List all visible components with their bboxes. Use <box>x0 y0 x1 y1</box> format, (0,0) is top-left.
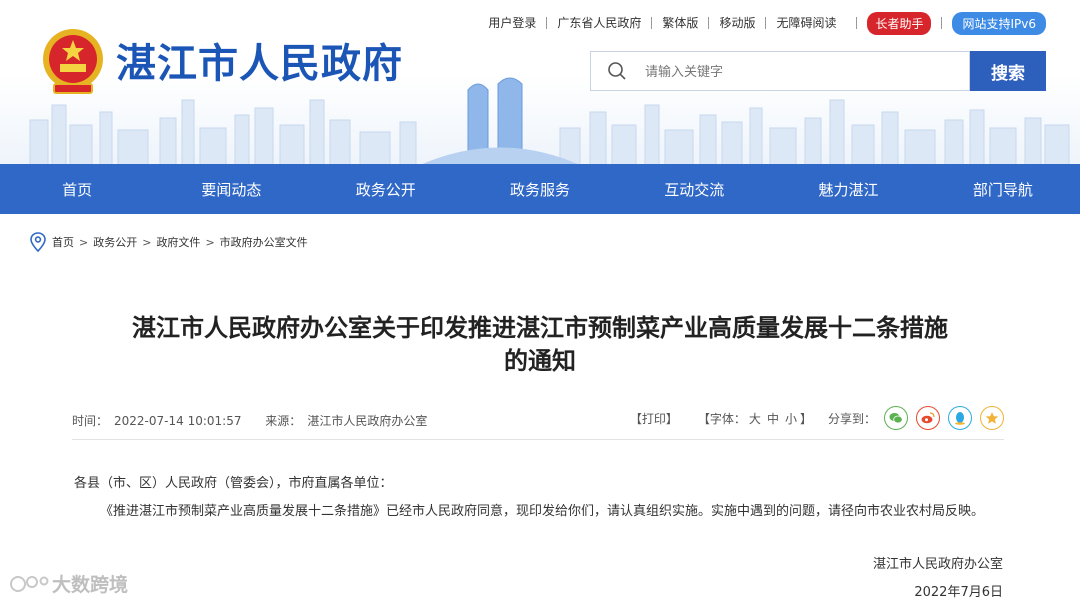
site-title[interactable]: 湛江市人民政府 <box>116 40 403 88</box>
wechat-icon[interactable] <box>884 406 908 430</box>
source-label: 来源： <box>265 414 302 428</box>
traditional-chinese-link[interactable]: 繁体版 <box>651 17 708 29</box>
nav-item-charm-zhanjiang[interactable]: 魅力湛江 <box>771 164 925 214</box>
article-title-line: 湛江市人民政府办公室关于印发推进湛江市预制菜产业高质量发展十二条措施 <box>132 314 948 342</box>
nav-item-interaction[interactable]: 互动交流 <box>617 164 771 214</box>
meta-divider <box>72 439 1004 440</box>
breadcrumb-home[interactable]: 首页 <box>52 234 74 250</box>
print-button[interactable]: 【打印】 <box>630 410 678 427</box>
accessibility-link[interactable]: 无障碍阅读 <box>765 17 846 29</box>
link-separator <box>941 17 943 29</box>
salutation: 各县（市、区）人民政府（管委会），市府直属各单位： <box>74 476 393 491</box>
article-body: 各县（市、区）人民政府（管委会），市府直属各单位： 《推进湛江市预制菜产业高质量… <box>74 470 1004 526</box>
search-bar: 搜索 <box>590 51 1046 91</box>
signature-org: 湛江市人民政府办公室 <box>872 557 1003 572</box>
article-title: 湛江市人民政府办公室关于印发推进湛江市预制菜产业高质量发展十二条措施 的通知 <box>70 312 1010 378</box>
breadcrumb-arrow: > <box>205 235 215 249</box>
top-links-bar: 用户登录 广东省人民政府 繁体版 移动版 无障碍阅读 长者助手 网站支持IPv6 <box>478 11 1046 35</box>
breadcrumb-arrow: > <box>79 235 89 249</box>
search-box <box>590 51 970 91</box>
nav-item-departments[interactable]: 部门导航 <box>926 164 1080 214</box>
breadcrumb-office-documents[interactable]: 市政府办公室文件 <box>220 234 308 250</box>
nav-item-home[interactable]: 首页 <box>0 164 154 214</box>
time-label: 时间： <box>72 414 109 428</box>
nav-item-gov-affairs[interactable]: 政务公开 <box>309 164 463 214</box>
article-paragraph: 《推进湛江市预制菜产业高质量发展十二条措施》已经市人民政府同意，现印发给你们，请… <box>100 504 985 519</box>
article-title-line: 的通知 <box>504 347 576 375</box>
breadcrumb-arrow: > <box>142 235 152 249</box>
weibo-icon[interactable] <box>916 406 940 430</box>
watermark: 大数跨境 <box>8 570 128 597</box>
main-nav: 首页 要闻动态 政务公开 政务服务 互动交流 魅力湛江 部门导航 <box>0 164 1080 214</box>
elder-helper-button[interactable]: 长者助手 <box>867 11 932 35</box>
qzone-icon[interactable] <box>980 406 1004 430</box>
nav-item-gov-services[interactable]: 政务服务 <box>463 164 617 214</box>
source-value: 湛江市人民政府办公室 <box>307 414 428 428</box>
search-button[interactable]: 搜索 <box>970 51 1046 91</box>
mobile-version-link[interactable]: 移动版 <box>708 17 765 29</box>
font-size-small[interactable]: 小 <box>785 412 797 426</box>
search-input[interactable] <box>643 61 947 83</box>
breadcrumb-gov-documents[interactable]: 政府文件 <box>156 234 200 250</box>
watermark-text: 大数跨境 <box>52 574 129 596</box>
font-size-large[interactable]: 大 <box>749 412 761 426</box>
qq-icon[interactable] <box>948 406 972 430</box>
location-pin-icon <box>30 232 46 252</box>
breadcrumb: 首页 > 政务公开 > 政府文件 > 市政府办公室文件 <box>30 231 308 253</box>
breadcrumb-gov-affairs[interactable]: 政务公开 <box>93 234 137 250</box>
link-separator <box>856 17 858 29</box>
share-label: 分享到： <box>827 411 876 426</box>
user-login-link[interactable]: 用户登录 <box>478 17 546 29</box>
article-signature: 湛江市人民政府办公室 2022年7月6日 <box>873 551 1003 607</box>
article-meta: 时间： 2022-07-14 10:01:57 来源： 湛江市人民政府办公室 【打印… <box>72 406 1004 431</box>
font-size-control: 【字体：大中小】 <box>697 411 812 426</box>
national-emblem-icon <box>43 29 103 94</box>
nav-item-news[interactable]: 要闻动态 <box>154 164 308 214</box>
ipv6-badge: 网站支持IPv6 <box>952 11 1046 35</box>
search-icon <box>608 62 626 80</box>
guangdong-gov-link[interactable]: 广东省人民政府 <box>546 17 651 29</box>
site-header: 湛江市人民政府 用户登录 广东省人民政府 繁体版 移动版 无障碍阅读 长者助手 … <box>0 0 1080 165</box>
publish-time: 2022-07-14 10:01:57 <box>114 414 242 428</box>
font-size-medium[interactable]: 中 <box>767 412 779 426</box>
signature-date: 2022年7月6日 <box>914 585 1003 600</box>
watermark-logo-icon <box>10 575 49 592</box>
